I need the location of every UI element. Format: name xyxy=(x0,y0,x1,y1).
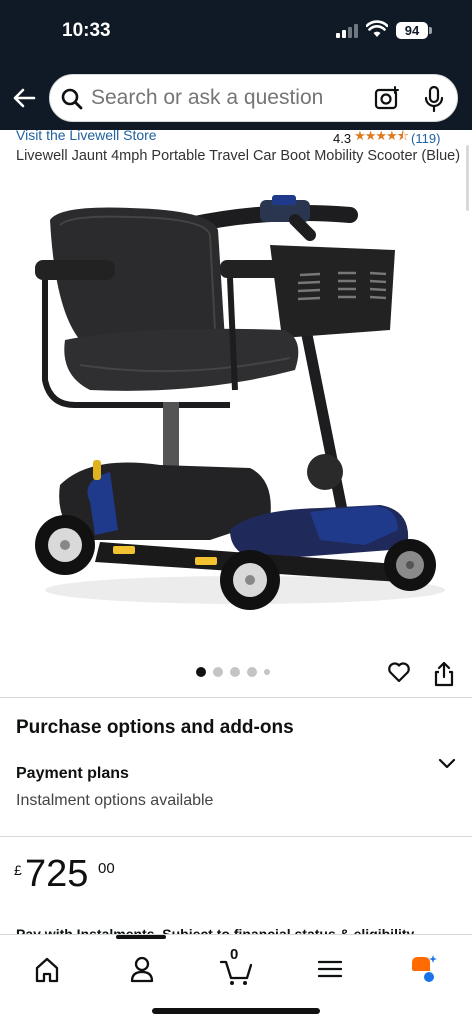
price-fraction: 00 xyxy=(98,860,115,877)
section-heading: Purchase options and add-ons xyxy=(16,717,294,738)
search-bar[interactable] xyxy=(49,74,458,122)
camera-lens-icon[interactable] xyxy=(374,86,400,110)
image-carousel-dots[interactable] xyxy=(196,667,270,677)
search-input[interactable] xyxy=(91,75,361,121)
payment-plans-label[interactable]: Payment plans xyxy=(16,765,129,783)
price-currency: £ xyxy=(14,862,22,878)
store-link[interactable]: Visit the Livewell Store xyxy=(16,127,157,143)
carousel-dot[interactable] xyxy=(196,667,206,677)
rating-count[interactable]: (119) xyxy=(411,131,440,146)
chevron-down-icon[interactable] xyxy=(438,757,456,771)
home-indicator xyxy=(152,1008,320,1014)
wheel-rear xyxy=(35,515,95,575)
wifi-icon xyxy=(366,20,388,37)
rating-value: 4.3 xyxy=(333,130,352,146)
account-icon[interactable] xyxy=(122,949,162,989)
status-time: 10:33 xyxy=(62,20,111,41)
heart-icon[interactable] xyxy=(387,661,411,683)
divider xyxy=(0,836,472,837)
top-header: 10:33 94 xyxy=(0,0,472,130)
home-icon[interactable] xyxy=(27,949,67,989)
carousel-dot[interactable] xyxy=(213,667,223,677)
active-tab-indicator xyxy=(116,935,166,939)
divider xyxy=(0,697,472,698)
carousel-dot[interactable] xyxy=(247,667,257,677)
product-image[interactable] xyxy=(20,190,450,630)
price-whole: 725 xyxy=(25,853,89,895)
rufus-icon[interactable] xyxy=(404,949,444,989)
scrollbar xyxy=(466,145,469,211)
carousel-dot[interactable] xyxy=(264,669,270,675)
payment-plans-subtext: Instalment options available xyxy=(16,792,214,809)
cart-count: 0 xyxy=(230,946,239,963)
battery-tip xyxy=(429,27,432,34)
menu-icon[interactable] xyxy=(310,949,350,989)
search-icon xyxy=(61,88,83,110)
carousel-dot[interactable] xyxy=(230,667,240,677)
product-title: Livewell Jaunt 4mph Portable Travel Car … xyxy=(16,148,461,164)
battery-indicator: 94 xyxy=(396,22,428,39)
back-arrow-icon[interactable] xyxy=(10,84,38,112)
microphone-icon[interactable] xyxy=(424,86,444,112)
share-icon[interactable] xyxy=(433,661,455,687)
cellular-signal-icon xyxy=(336,23,358,38)
